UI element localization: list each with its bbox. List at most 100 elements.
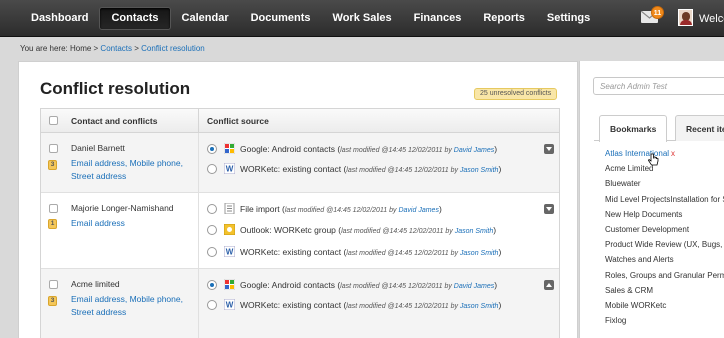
source-label: Google: Android contacts ( xyxy=(240,280,341,290)
bookmark-item[interactable]: New Help Documents xyxy=(605,209,724,224)
breadcrumb-sep: > xyxy=(132,44,142,53)
nav-work-sales[interactable]: Work Sales xyxy=(322,7,403,30)
expand-toggle[interactable] xyxy=(544,204,554,214)
table-row: 3 Daniel Barnett Email address, Mobile p… xyxy=(41,133,559,193)
bookmark-item[interactable]: Mid Level ProjectsInstallation for S xyxy=(605,194,724,209)
bookmark-item[interactable]: Roles, Groups and Granular Perm xyxy=(605,270,724,285)
table-row: 1 Majorie Longer-Namishand Email address… xyxy=(41,193,559,269)
source-radio[interactable] xyxy=(207,300,217,310)
header-contact[interactable]: Contact and conflicts xyxy=(71,116,157,126)
source-user-link[interactable]: David James xyxy=(454,147,494,154)
row-checkbox[interactable] xyxy=(49,204,58,213)
collapse-toggle[interactable] xyxy=(544,280,554,290)
bookmark-item[interactable]: Customer Development xyxy=(605,224,724,239)
breadcrumb-current[interactable]: Conflict resolution xyxy=(141,44,205,53)
svg-text:W: W xyxy=(226,165,234,174)
conflict-count-badge: 3 xyxy=(48,296,57,306)
bookmark-item[interactable]: Product Wide Review (UX, Bugs, xyxy=(605,239,724,254)
source-meta: last modified @14:45 12/02/2011 by xyxy=(340,147,454,154)
nav-settings[interactable]: Settings xyxy=(536,7,601,30)
google-icon xyxy=(224,279,235,290)
source-radio[interactable] xyxy=(207,164,217,174)
source-radio[interactable] xyxy=(207,280,217,290)
mail-count-badge: 11 xyxy=(651,6,664,19)
source-radio[interactable] xyxy=(207,204,217,214)
remove-bookmark-icon[interactable]: x xyxy=(671,149,675,158)
source-user-link[interactable]: Jason Smith xyxy=(460,167,499,174)
admin-search-input[interactable]: Search Admin Test xyxy=(593,77,724,95)
conflict-fields-line2[interactable]: Street address xyxy=(71,170,183,183)
main-panel: Conflict resolution 25 unresolved confli… xyxy=(18,61,578,338)
bookmark-item[interactable]: Bluewater xyxy=(605,178,724,193)
bookmark-item[interactable]: Sales & CRM xyxy=(605,285,724,300)
select-all-checkbox[interactable] xyxy=(49,116,58,125)
bookmark-item[interactable]: Watches and Alerts xyxy=(605,254,724,269)
expand-toggle[interactable] xyxy=(544,144,554,154)
avatar[interactable] xyxy=(678,9,693,26)
conflict-fields[interactable]: Email address, Mobile phone, Street addr… xyxy=(71,157,183,182)
conflict-fields-line1[interactable]: Email address, Mobile phone, xyxy=(71,293,183,306)
conflict-table: Contact and conflicts Conflict source 3 … xyxy=(40,108,560,338)
conflict-fields[interactable]: Email address xyxy=(71,217,125,230)
nav-finances[interactable]: Finances xyxy=(403,7,473,30)
tab-bookmarks[interactable]: Bookmarks xyxy=(599,115,668,142)
source-meta: last modified @14:45 12/02/2011 by xyxy=(284,207,399,214)
chevron-up-icon xyxy=(546,283,552,287)
row-checkbox[interactable] xyxy=(49,280,58,289)
chevron-down-icon xyxy=(546,207,552,211)
source-close: ) xyxy=(498,247,502,257)
source-radio[interactable] xyxy=(207,144,217,154)
source-user-link[interactable]: Jason Smith xyxy=(460,303,499,310)
nav-documents[interactable]: Documents xyxy=(240,7,322,30)
svg-text:W: W xyxy=(226,248,234,257)
source-user-link[interactable]: David James xyxy=(454,283,494,290)
bookmark-item[interactable]: Acme Limited xyxy=(605,163,724,178)
conflict-fields-line1[interactable]: Email address, Mobile phone, xyxy=(71,157,183,170)
nav-calendar[interactable]: Calendar xyxy=(171,7,240,30)
source-label: WORKetc: existing contact ( xyxy=(240,300,347,310)
source-close: ) xyxy=(438,204,442,214)
main-nav: Dashboard Contacts Calendar Documents Wo… xyxy=(20,7,601,30)
header-source[interactable]: Conflict source xyxy=(207,116,269,126)
source-radio[interactable] xyxy=(207,247,217,257)
contact-name[interactable]: Acme limited xyxy=(71,279,120,289)
source-user-link[interactable]: Jason Smith xyxy=(455,228,494,235)
conflict-fields-line1[interactable]: Email address xyxy=(71,217,125,230)
source-close: ) xyxy=(498,300,502,310)
conflict-count-badge: 1 xyxy=(48,219,57,229)
source-meta: last modified @14:45 12/02/2011 by xyxy=(346,250,460,257)
row-checkbox[interactable] xyxy=(49,144,58,153)
svg-text:W: W xyxy=(226,301,234,310)
google-icon xyxy=(224,143,235,154)
contact-name[interactable]: Majorie Longer-Namishand xyxy=(71,203,174,213)
source-close: ) xyxy=(494,144,498,154)
conflict-fields-line2[interactable]: Street address xyxy=(71,306,183,319)
bookmark-item[interactable]: Atlas International x xyxy=(605,148,724,163)
source-close: ) xyxy=(494,280,498,290)
worketc-icon: W xyxy=(224,246,235,257)
conflict-count-badge: 3 xyxy=(48,160,57,170)
source-user-link[interactable]: Jason Smith xyxy=(460,250,499,257)
chevron-down-icon xyxy=(546,147,552,151)
source-meta: last modified @14:45 12/02/2011 by xyxy=(341,228,455,235)
unresolved-count-badge: 25 unresolved conflicts xyxy=(474,88,558,100)
file-icon xyxy=(224,203,235,214)
page-title: Conflict resolution xyxy=(40,79,191,98)
breadcrumb-prefix: You are here: Home > xyxy=(20,44,101,53)
source-meta: last modified @14:45 12/02/2011 by xyxy=(346,303,460,310)
worketc-icon: W xyxy=(224,163,235,174)
source-meta: last modified @14:45 12/02/2011 by xyxy=(346,167,460,174)
contact-name[interactable]: Daniel Barnett xyxy=(71,143,125,153)
tab-recent[interactable]: Recent ite xyxy=(675,115,724,141)
source-radio[interactable] xyxy=(207,225,217,235)
nav-dashboard[interactable]: Dashboard xyxy=(20,7,99,30)
nav-reports[interactable]: Reports xyxy=(472,7,536,30)
source-user-link[interactable]: David James xyxy=(398,207,438,214)
bookmark-item[interactable]: Fixlog xyxy=(605,315,724,330)
conflict-fields[interactable]: Email address, Mobile phone, Street addr… xyxy=(71,293,183,318)
breadcrumb-contacts-link[interactable]: Contacts xyxy=(100,44,132,53)
table-row: 3 Acme limited Email address, Mobile pho… xyxy=(41,269,559,338)
source-label: WORKetc: existing contact ( xyxy=(240,164,347,174)
bookmark-item[interactable]: Mobile WORKetc xyxy=(605,300,724,315)
nav-contacts[interactable]: Contacts xyxy=(99,7,171,30)
